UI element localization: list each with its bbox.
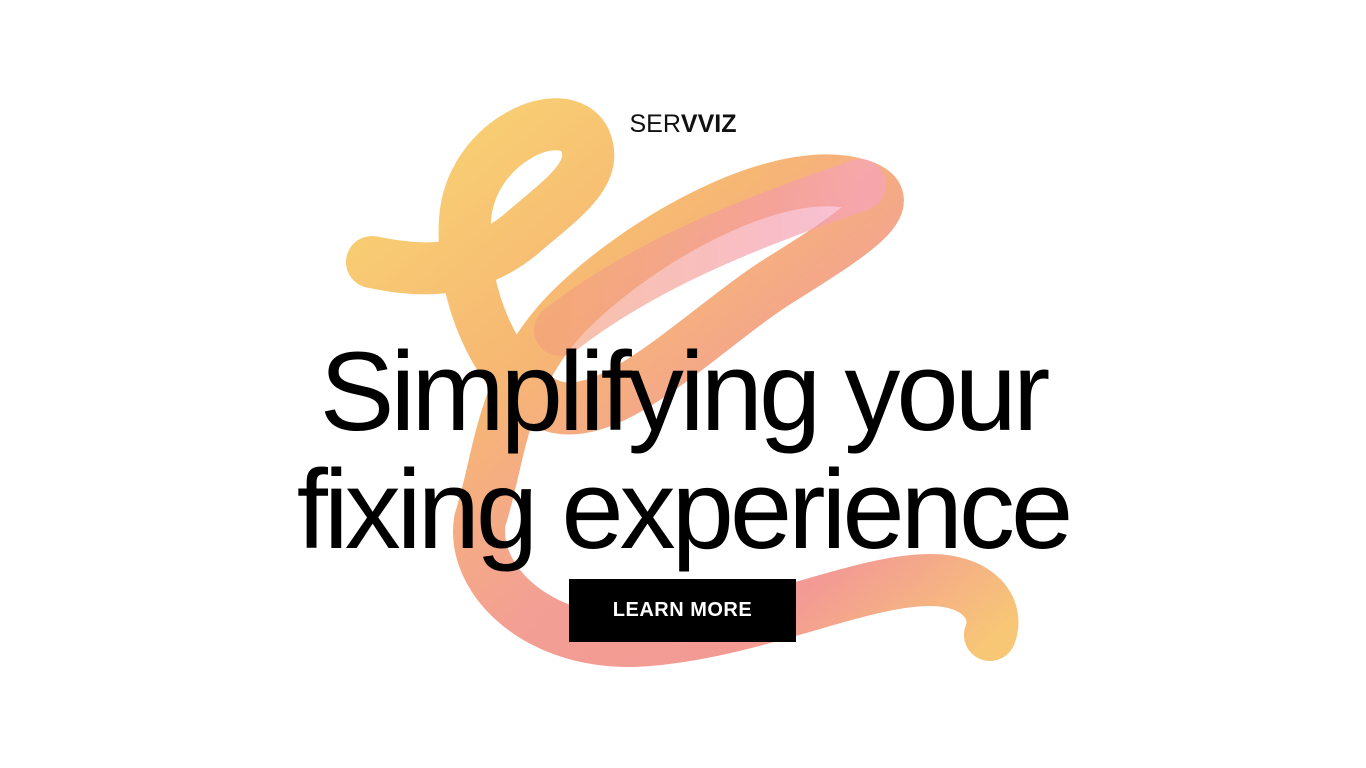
- brand-logo-bold: VVIZ: [680, 110, 737, 138]
- hero-headline: Simplifying your fixing experience: [0, 333, 1366, 569]
- hero-headline-line1: Simplifying your: [319, 329, 1051, 455]
- hero-headline-line2: fixing experience: [296, 447, 1074, 573]
- brand-logo[interactable]: SERVVIZ: [0, 112, 1366, 137]
- learn-more-button[interactable]: LEARN MORE: [569, 579, 796, 642]
- brand-logo-light: SER: [629, 110, 681, 138]
- hero-page: SERVVIZ Simplifying your fixing experien…: [0, 0, 1366, 768]
